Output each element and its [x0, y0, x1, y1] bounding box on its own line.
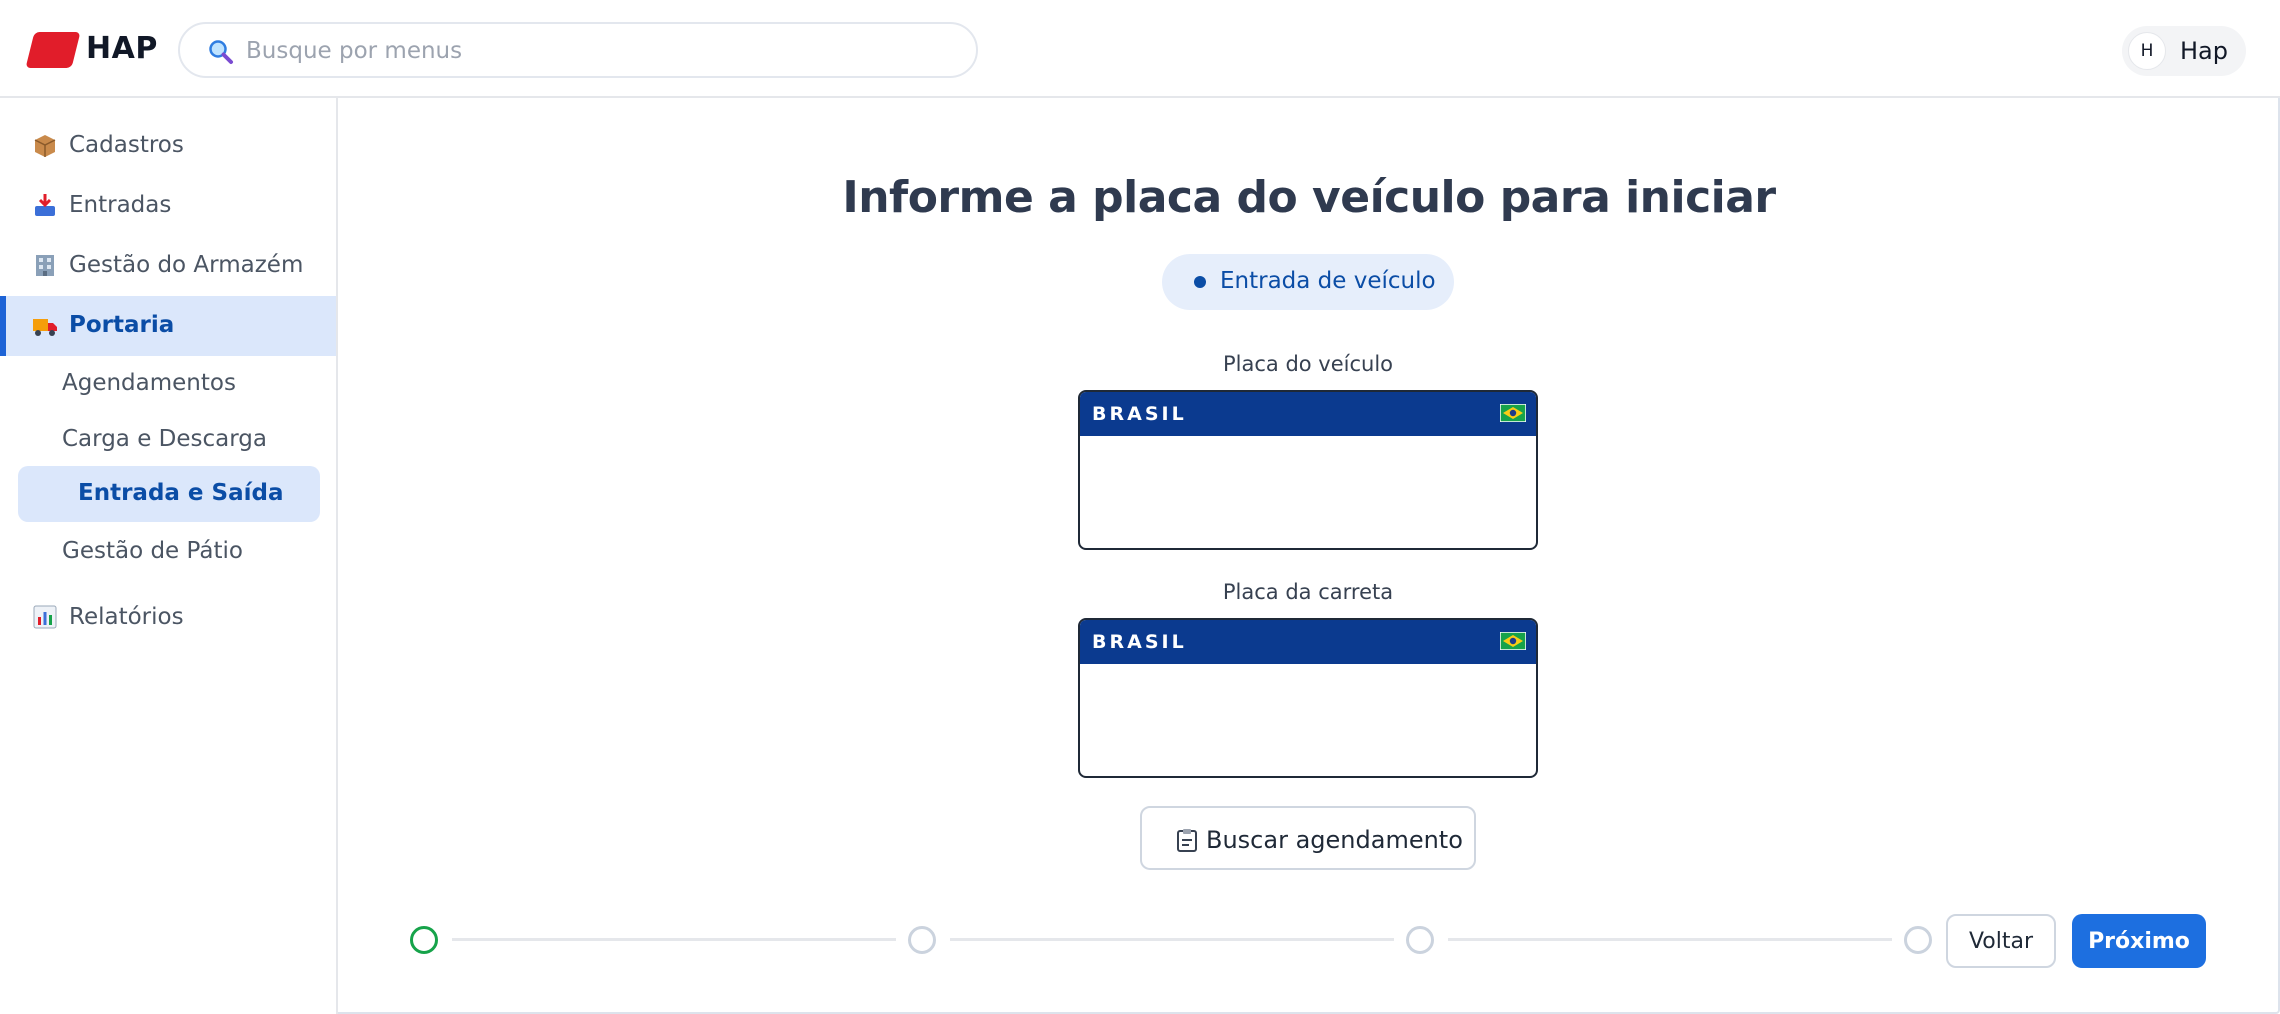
search-schedule-label: Buscar agendamento	[1206, 826, 1463, 854]
office-building-icon	[36, 255, 54, 276]
inbox-tray-icon	[35, 194, 55, 216]
bar-chart-icon	[33, 605, 57, 629]
sidebar-item-label: Relatórios	[69, 604, 184, 630]
sidebar-item-cadastros[interactable]: Cadastros	[0, 116, 336, 176]
sidebar-subitem-label: Entrada e Saída	[78, 480, 284, 506]
pill-dot-icon	[1194, 276, 1206, 288]
clipboard-icon	[1177, 829, 1197, 852]
user-name: Hap	[2180, 37, 2228, 65]
back-button[interactable]: Voltar	[1946, 914, 2056, 968]
sidebar-subitem-carga-descarga[interactable]: Carga e Descarga	[62, 426, 267, 452]
vehicle-plate[interactable]: BRASIL	[1078, 390, 1538, 550]
sidebar-item-label: Portaria	[69, 312, 175, 338]
plate-header: BRASIL	[1080, 392, 1536, 436]
sidebar-item-label: Gestão do Armazém	[69, 252, 304, 278]
sidebar-subitem-gestao-patio[interactable]: Gestão de Pátio	[62, 538, 243, 564]
stepper-step-1	[410, 926, 438, 954]
mode-pill-label: Entrada de veículo	[1220, 268, 1436, 294]
package-icon	[34, 135, 56, 157]
vehicle-plate-label: Placa do veículo	[1222, 352, 1394, 376]
search-input[interactable]	[246, 32, 946, 70]
trailer-plate-input[interactable]	[1080, 664, 1536, 776]
delivery-truck-icon	[33, 319, 57, 336]
mode-pill: Entrada de veículo	[1162, 254, 1454, 310]
sidebar-item-label: Entradas	[69, 192, 172, 218]
sidebar-item-relatorios[interactable]: Relatórios	[0, 588, 336, 648]
brand-logo-mark	[25, 32, 81, 68]
sidebar-item-portaria[interactable]: Portaria	[0, 296, 336, 356]
stepper-step-2	[908, 926, 936, 954]
next-button[interactable]: Próximo	[2072, 914, 2206, 968]
trailer-plate[interactable]: BRASIL	[1078, 618, 1538, 778]
stepper-connector	[950, 938, 1394, 941]
plate-country: BRASIL	[1092, 403, 1187, 425]
sidebar-subitem-entrada-saida[interactable]: Entrada e Saída	[18, 466, 320, 522]
plate-header: BRASIL	[1080, 620, 1536, 664]
stepper-step-4	[1904, 926, 1932, 954]
brazil-flag-icon	[1500, 404, 1526, 422]
sidebar-item-label: Cadastros	[69, 132, 184, 158]
top-header: HAP H Hap	[0, 0, 2280, 98]
trailer-plate-label: Placa da carreta	[1222, 580, 1394, 604]
sidebar-item-gestao-armazem[interactable]: Gestão do Armazém	[0, 236, 336, 296]
plate-country: BRASIL	[1092, 631, 1187, 653]
vehicle-plate-input[interactable]	[1080, 436, 1536, 548]
search-schedule-button[interactable]: Buscar agendamento	[1140, 806, 1476, 870]
avatar: H	[2128, 32, 2166, 70]
stepper-connector	[1448, 938, 1892, 941]
brazil-flag-icon	[1500, 632, 1526, 650]
brand-logo-text: HAP	[86, 31, 158, 66]
stepper-step-3	[1406, 926, 1434, 954]
sidebar-item-entradas[interactable]: Entradas	[0, 176, 336, 236]
page-title: Informe a placa do veículo para iniciar	[842, 172, 1776, 223]
search-icon	[209, 40, 233, 64]
menu-search[interactable]	[178, 22, 978, 78]
sidebar: Cadastros Entradas Gestão do Armazém Por…	[0, 98, 338, 1014]
user-menu[interactable]: H Hap	[2122, 26, 2246, 76]
stepper-connector	[452, 938, 896, 941]
sidebar-subitem-agendamentos[interactable]: Agendamentos	[62, 370, 236, 396]
